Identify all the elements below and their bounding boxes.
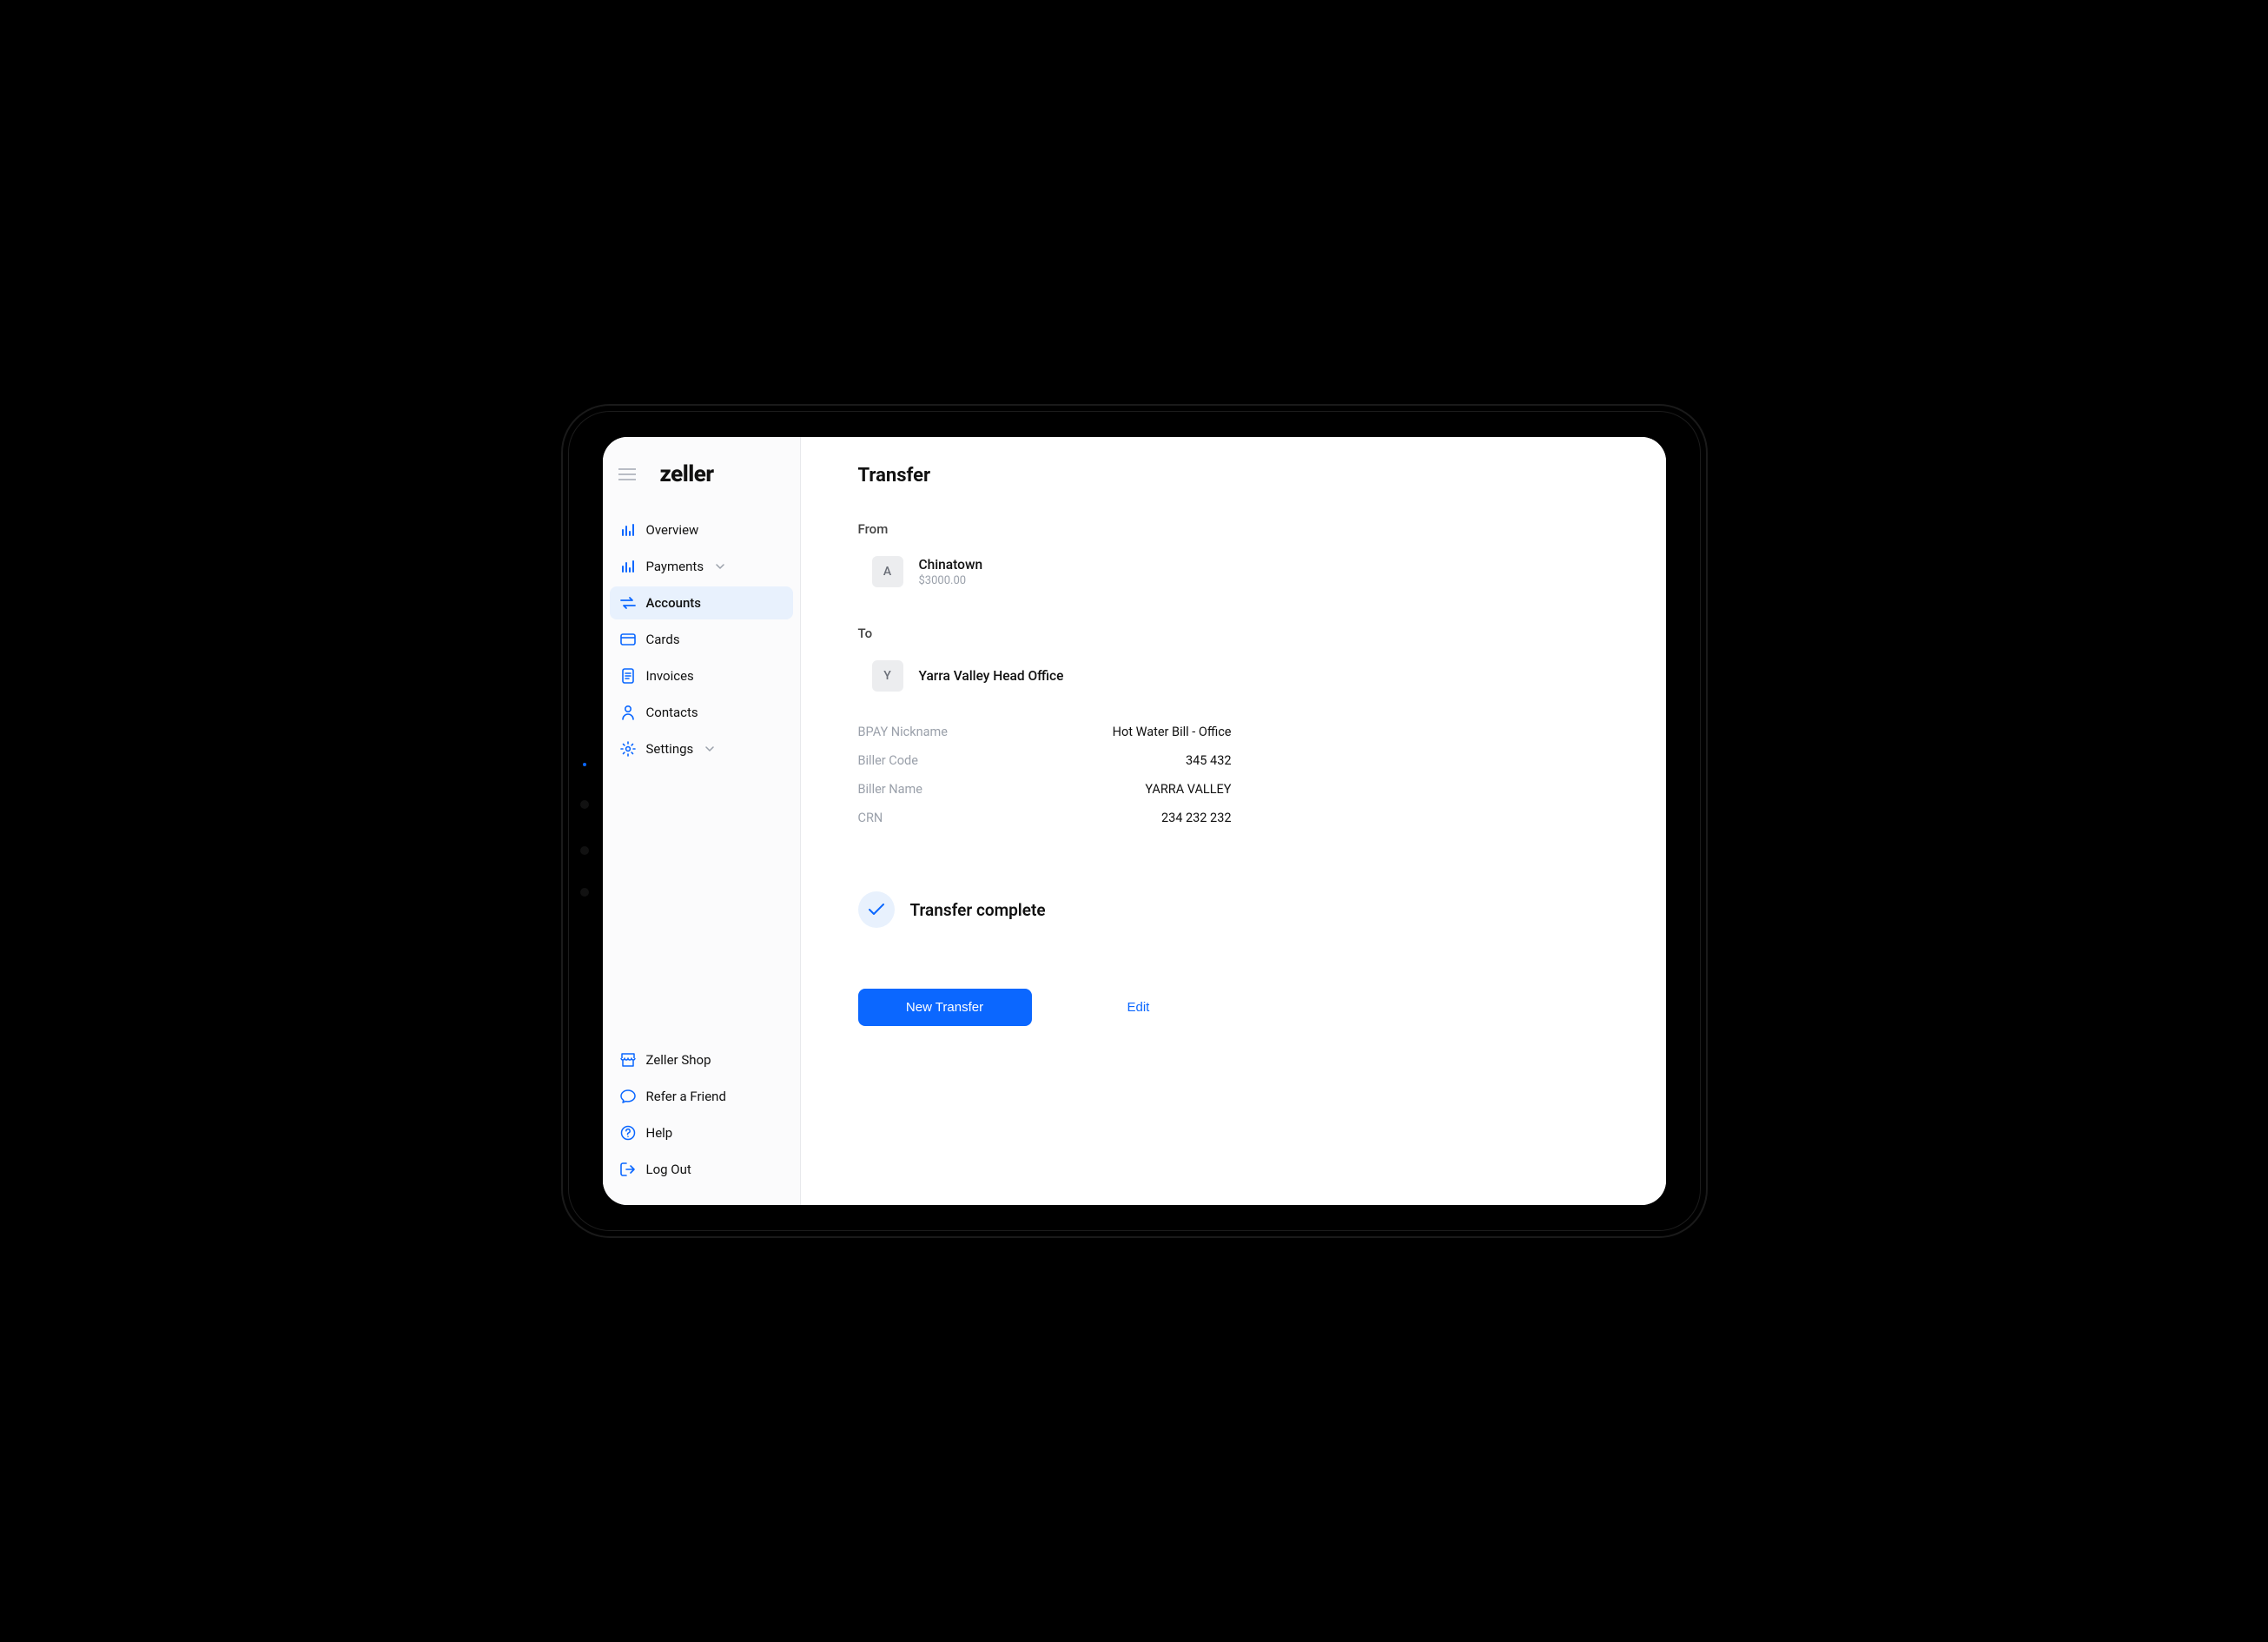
main-content: Transfer From A Chinatown $3000.00 To Y … (801, 437, 1666, 1205)
sidebar-item-label: Zeller Shop (646, 1052, 711, 1068)
sidebar: zeller Overview Payments Accounts Cards Invo… (603, 437, 801, 1205)
chat-icon (620, 1089, 636, 1103)
sidebar-item-label: Invoices (646, 668, 694, 684)
details-row: CRN 234 232 232 (858, 804, 1232, 832)
status-text: Transfer complete (910, 900, 1046, 920)
to-account-name: Yarra Valley Head Office (919, 668, 1064, 684)
sidebar-item-label: Settings (646, 741, 694, 757)
app-screen: zeller Overview Payments Accounts Cards Invo… (603, 437, 1666, 1205)
invoice-icon (620, 668, 636, 684)
bar-chart-icon (620, 523, 636, 537)
sidebar-header: zeller (603, 461, 800, 513)
sidebar-item-settings[interactable]: Settings (610, 732, 793, 765)
sidebar-item-payments[interactable]: Payments (610, 550, 793, 583)
sidebar-item-accounts[interactable]: Accounts (610, 586, 793, 619)
to-label: To (858, 626, 1609, 641)
transfer-details: BPAY Nickname Hot Water Bill - Office Bill… (858, 718, 1232, 832)
sidebar-item-help[interactable]: Help (610, 1116, 793, 1149)
details-row: BPAY Nickname Hot Water Bill - Office (858, 718, 1232, 746)
sidebar-item-label: Accounts (646, 595, 702, 611)
device-hole (580, 800, 589, 809)
sidebar-item-overview[interactable]: Overview (610, 513, 793, 546)
new-transfer-button[interactable]: New Transfer (858, 989, 1032, 1026)
sidebar-item-zeller-shop[interactable]: Zeller Shop (610, 1043, 793, 1076)
page-title: Transfer (858, 465, 1609, 487)
sidebar-item-log-out[interactable]: Log Out (610, 1153, 793, 1186)
chevron-down-icon (705, 745, 714, 752)
details-value: 345 432 (1186, 753, 1232, 768)
sidebar-item-label: Overview (646, 522, 699, 538)
chevron-down-icon (716, 563, 724, 570)
details-key: Biller Name (858, 782, 922, 797)
sidebar-item-label: Help (646, 1125, 673, 1141)
from-account-name: Chinatown (919, 557, 983, 573)
sidebar-item-contacts[interactable]: Contacts (610, 696, 793, 729)
device-hole (580, 888, 589, 897)
details-value: YARRA VALLEY (1145, 782, 1231, 797)
bar-chart-icon (620, 559, 636, 573)
tablet-frame: zeller Overview Payments Accounts Cards Invo… (561, 404, 1708, 1238)
details-value: Hot Water Bill - Office (1113, 725, 1232, 739)
from-label: From (858, 521, 1609, 537)
sidebar-item-invoices[interactable]: Invoices (610, 659, 793, 692)
menu-icon[interactable] (618, 468, 636, 480)
details-value: 234 232 232 (1161, 811, 1232, 825)
sidebar-item-label: Contacts (646, 705, 698, 720)
user-icon (620, 705, 636, 720)
from-account-balance: $3000.00 (919, 574, 983, 587)
sidebar-item-label: Log Out (646, 1162, 691, 1177)
from-account-row[interactable]: A Chinatown $3000.00 (858, 556, 1609, 587)
edit-button[interactable]: Edit (1127, 1000, 1150, 1015)
help-icon (620, 1125, 636, 1141)
details-key: BPAY Nickname (858, 725, 948, 739)
gear-icon (620, 741, 636, 757)
device-hole (580, 846, 589, 855)
sidebar-item-label: Refer a Friend (646, 1089, 726, 1104)
swap-icon (620, 596, 636, 610)
sidebar-item-cards[interactable]: Cards (610, 623, 793, 656)
sidebar-item-label: Cards (646, 632, 680, 647)
action-row: New Transfer Edit (858, 989, 1609, 1026)
to-account-row[interactable]: Y Yarra Valley Head Office (858, 660, 1609, 692)
status-row: Transfer complete (858, 891, 1609, 928)
check-icon (858, 891, 895, 928)
details-key: CRN (858, 811, 883, 825)
details-key: Biller Code (858, 753, 918, 768)
nav-secondary: Zeller Shop Refer a Friend Help Log Out (603, 1043, 800, 1189)
to-account-avatar: Y (872, 660, 903, 692)
from-account-avatar: A (872, 556, 903, 587)
device-indicator (583, 763, 586, 766)
sidebar-item-label: Payments (646, 559, 704, 574)
details-row: Biller Name YARRA VALLEY (858, 775, 1232, 804)
logo: zeller (660, 461, 714, 487)
shop-icon (620, 1053, 636, 1067)
card-icon (620, 633, 636, 646)
nav-primary: Overview Payments Accounts Cards Invoices Con… (603, 513, 800, 769)
sidebar-item-refer-a-friend[interactable]: Refer a Friend (610, 1080, 793, 1113)
details-row: Biller Code 345 432 (858, 746, 1232, 775)
logout-icon (620, 1162, 636, 1176)
